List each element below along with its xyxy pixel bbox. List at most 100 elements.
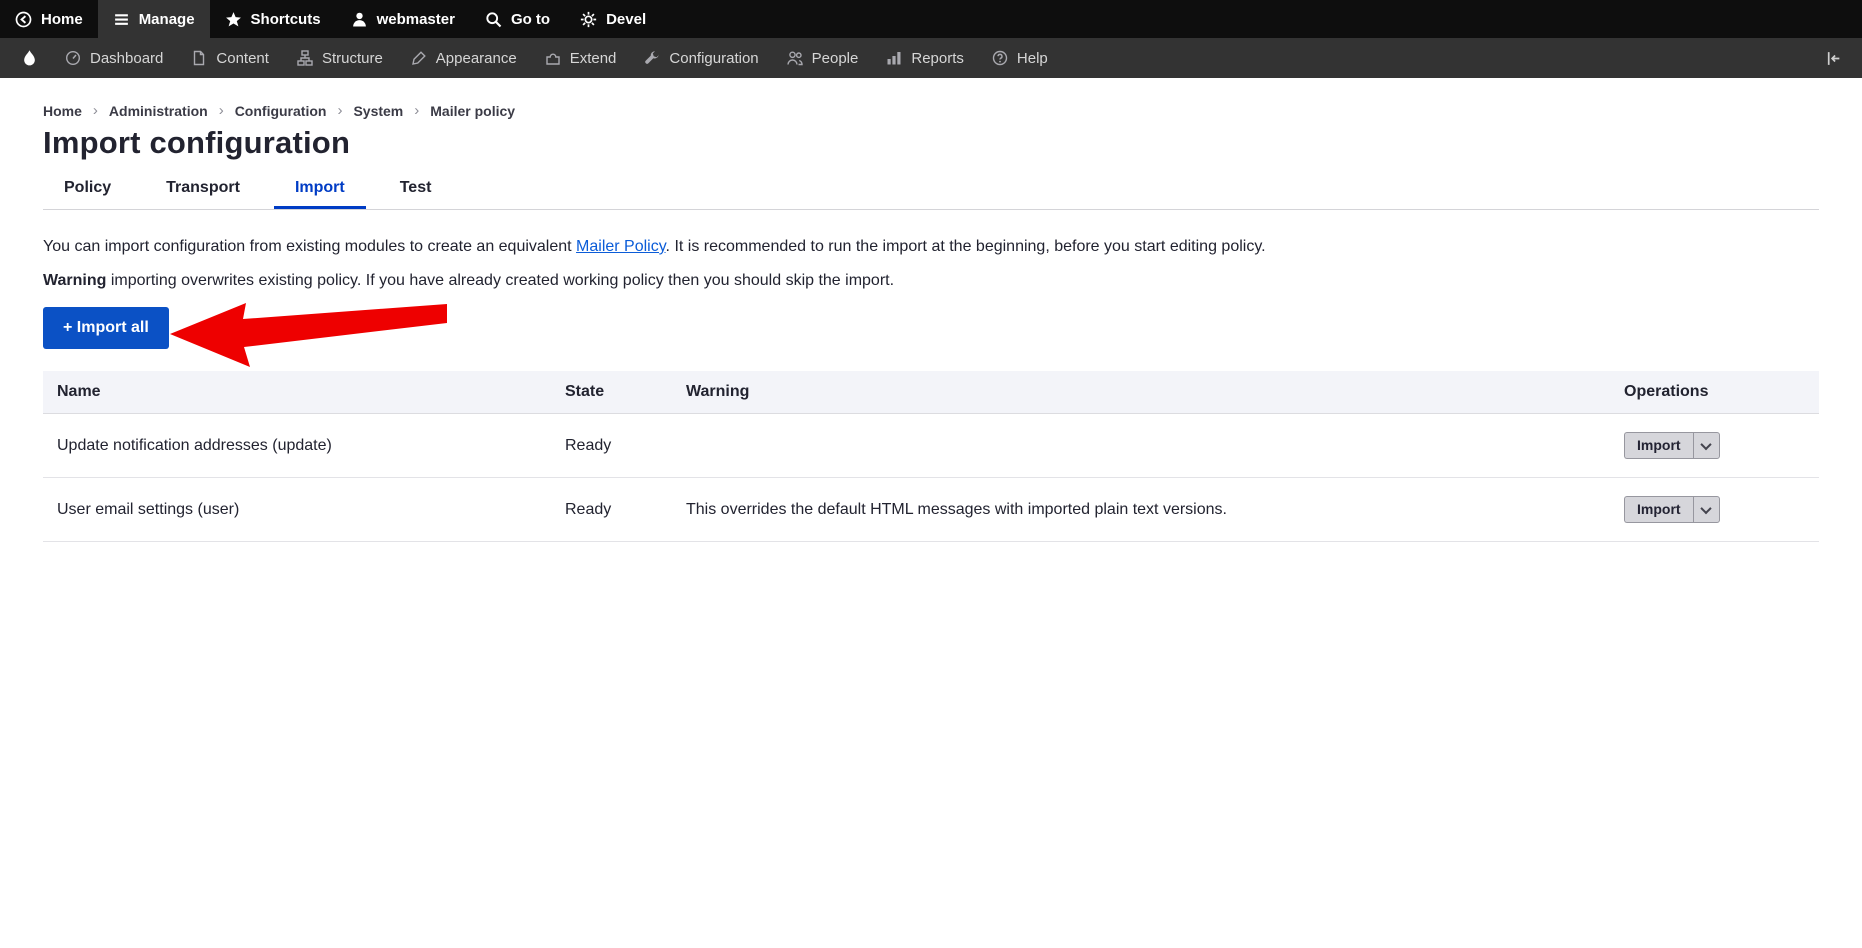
wrench-icon xyxy=(644,50,660,66)
intro-text: You can import configuration from existi… xyxy=(43,234,1819,293)
menu-item-label: Structure xyxy=(322,50,383,67)
table-row: User email settings (user) Ready This ov… xyxy=(43,478,1819,542)
chevron-down-icon xyxy=(1700,502,1711,513)
breadcrumb-system[interactable]: System xyxy=(353,103,403,119)
toolbar-item-label: webmaster xyxy=(377,11,455,28)
breadcrumb-configuration[interactable]: Configuration xyxy=(235,103,327,119)
search-icon xyxy=(485,11,502,28)
menu-item-extend[interactable]: Extend xyxy=(531,38,631,78)
admin-toolbar: Home Manage Shortcuts webmaster Go to De… xyxy=(0,0,1862,38)
cell-state: Ready xyxy=(551,414,672,478)
sitemap-icon xyxy=(297,50,313,66)
page-title: Import configuration xyxy=(43,125,1819,161)
dropdown-toggle[interactable] xyxy=(1693,496,1720,523)
cell-operations: Import xyxy=(1610,478,1819,542)
import-all-button[interactable]: + Import all xyxy=(43,307,169,349)
warning-text: importing overwrites existing policy. If… xyxy=(106,272,894,289)
intro-paragraph: You can import configuration from existi… xyxy=(43,234,1819,259)
puzzle-icon xyxy=(545,50,561,66)
table-header-row: Name State Warning Operations xyxy=(43,371,1819,414)
gear-icon xyxy=(580,11,597,28)
toolbar-item-user[interactable]: webmaster xyxy=(336,0,470,38)
column-header-operations: Operations xyxy=(1610,371,1819,414)
chevron-right-icon: › xyxy=(337,102,342,119)
toolbar-item-goto[interactable]: Go to xyxy=(470,0,565,38)
cell-name: User email settings (user) xyxy=(43,478,551,542)
home-icon xyxy=(15,11,32,28)
intro-text-before-link: You can import configuration from existi… xyxy=(43,238,576,255)
breadcrumb-home[interactable]: Home xyxy=(43,103,82,119)
toolbar-item-label: Manage xyxy=(139,11,195,28)
menu-item-dashboard[interactable]: Dashboard xyxy=(51,38,177,78)
import-button[interactable]: Import xyxy=(1624,496,1693,523)
import-dropbutton: Import xyxy=(1624,432,1720,459)
tray-spacer xyxy=(1062,38,1813,78)
table-row: Update notification addresses (update) R… xyxy=(43,414,1819,478)
menu-item-content[interactable]: Content xyxy=(177,38,283,78)
menu-item-people[interactable]: People xyxy=(773,38,873,78)
dashboard-icon xyxy=(65,50,81,66)
toolbar-item-label: Devel xyxy=(606,11,646,28)
menu-item-label: Reports xyxy=(911,50,964,67)
toolbar-item-manage[interactable]: Manage xyxy=(98,0,210,38)
import-button[interactable]: Import xyxy=(1624,432,1693,459)
question-icon xyxy=(992,50,1008,66)
admin-menu-tray: Dashboard Content Structure Appearance E… xyxy=(0,38,1862,78)
mailer-policy-link[interactable]: Mailer Policy xyxy=(576,238,666,255)
menu-item-label: Appearance xyxy=(436,50,517,67)
chevron-right-icon: › xyxy=(414,102,419,119)
breadcrumb: Home › Administration › Configuration › … xyxy=(43,102,1819,119)
warning-paragraph: Warning importing overwrites existing po… xyxy=(43,268,1819,293)
tab-policy[interactable]: Policy xyxy=(43,169,132,209)
toolbar-item-devel[interactable]: Devel xyxy=(565,0,661,38)
cell-warning: This overrides the default HTML messages… xyxy=(672,478,1610,542)
main-content: Home › Administration › Configuration › … xyxy=(0,78,1862,542)
breadcrumb-administration[interactable]: Administration xyxy=(109,103,208,119)
brush-icon xyxy=(411,50,427,66)
people-icon xyxy=(787,50,803,66)
warning-label: Warning xyxy=(43,272,106,289)
intro-text-after-link: . It is recommended to run the import at… xyxy=(666,238,1266,255)
tab-test[interactable]: Test xyxy=(379,169,453,209)
tab-transport[interactable]: Transport xyxy=(145,169,261,209)
menu-item-help[interactable]: Help xyxy=(978,38,1062,78)
menu-item-structure[interactable]: Structure xyxy=(283,38,397,78)
drupal-logo-icon[interactable] xyxy=(8,38,51,78)
document-icon xyxy=(191,50,207,66)
dropdown-toggle[interactable] xyxy=(1693,432,1720,459)
menu-item-label: Help xyxy=(1017,50,1048,67)
toolbar-item-label: Go to xyxy=(511,11,550,28)
menu-item-label: Dashboard xyxy=(90,50,163,67)
import-table: Name State Warning Operations Update not… xyxy=(43,371,1819,542)
toolbar-item-shortcuts[interactable]: Shortcuts xyxy=(210,0,336,38)
cell-operations: Import xyxy=(1610,414,1819,478)
chevron-right-icon: › xyxy=(219,102,224,119)
hamburger-icon xyxy=(113,11,130,28)
toolbar-orientation-toggle-icon[interactable] xyxy=(1813,38,1854,78)
tabs-bar: Policy Transport Import Test xyxy=(43,169,1819,210)
menu-item-label: People xyxy=(812,50,859,67)
chevron-down-icon xyxy=(1700,438,1711,449)
cell-warning xyxy=(672,414,1610,478)
user-icon xyxy=(351,11,368,28)
cell-name: Update notification addresses (update) xyxy=(43,414,551,478)
chevron-right-icon: › xyxy=(93,102,98,119)
breadcrumb-mailer-policy[interactable]: Mailer policy xyxy=(430,103,515,119)
menu-item-configuration[interactable]: Configuration xyxy=(630,38,772,78)
toolbar-item-label: Shortcuts xyxy=(251,11,321,28)
column-header-state: State xyxy=(551,371,672,414)
toolbar-item-label: Home xyxy=(41,11,83,28)
star-icon xyxy=(225,11,242,28)
column-header-name: Name xyxy=(43,371,551,414)
menu-item-label: Content xyxy=(216,50,269,67)
menu-item-appearance[interactable]: Appearance xyxy=(397,38,531,78)
menu-item-label: Configuration xyxy=(669,50,758,67)
tab-import[interactable]: Import xyxy=(274,169,366,209)
import-dropbutton: Import xyxy=(1624,496,1720,523)
column-header-warning: Warning xyxy=(672,371,1610,414)
menu-item-label: Extend xyxy=(570,50,617,67)
cell-state: Ready xyxy=(551,478,672,542)
bar-chart-icon xyxy=(886,50,902,66)
toolbar-item-home[interactable]: Home xyxy=(0,0,98,38)
menu-item-reports[interactable]: Reports xyxy=(872,38,978,78)
